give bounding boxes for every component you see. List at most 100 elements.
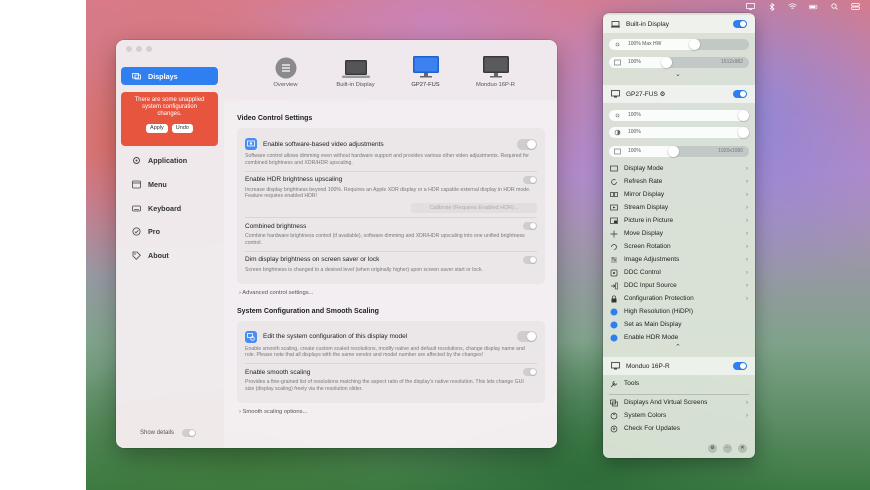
menu-item-high-resolution-hidpi[interactable]: High Resolution (HiDPI) bbox=[603, 305, 755, 318]
builtin-resolution-slider[interactable]: 100% 1512x982 bbox=[609, 57, 749, 68]
collapse-chevron-icon[interactable]: ⌃ bbox=[675, 343, 681, 351]
battery-icon[interactable] bbox=[809, 3, 818, 10]
submenu-arrow-icon: › bbox=[745, 178, 748, 185]
gp27-contrast-slider[interactable]: 100% bbox=[609, 127, 749, 138]
tools-menu-item[interactable]: Tools bbox=[603, 377, 755, 390]
menu-item-label: Display Mode bbox=[624, 165, 664, 172]
settings-gear-icon[interactable]: ⚙ bbox=[708, 443, 717, 453]
gp27-display-toggle[interactable] bbox=[733, 90, 747, 98]
tab-monduo-16p-r[interactable]: Monduo 16P-R bbox=[468, 55, 524, 100]
slider-knob[interactable] bbox=[668, 146, 679, 157]
slider-knob[interactable] bbox=[738, 127, 749, 138]
menu-item-picture-in-picture[interactable]: Picture in Picture › bbox=[603, 214, 755, 227]
submenu-arrow-icon: › bbox=[745, 282, 748, 289]
input-source-icon bbox=[610, 282, 618, 290]
collapse-chevron-icon[interactable]: ⌄ bbox=[675, 70, 681, 78]
updates-icon bbox=[610, 425, 618, 433]
hdr-upscaling-toggle[interactable] bbox=[523, 175, 537, 184]
resolution-value: 1512x982 bbox=[721, 59, 743, 65]
menu-item-display-mode[interactable]: Display Mode › bbox=[603, 162, 755, 175]
monitor-icon bbox=[611, 362, 620, 370]
display-menu-icon[interactable] bbox=[746, 3, 755, 10]
resolution-icon bbox=[614, 59, 621, 66]
sidebar-item-label: Pro bbox=[148, 226, 160, 236]
menu-item-image-adjustments[interactable]: Image Adjustments › bbox=[603, 253, 755, 266]
menu-item-set-as-main-display[interactable]: Set as Main Display bbox=[603, 318, 755, 331]
software-adjust-toggle[interactable] bbox=[517, 138, 537, 150]
adjustments-icon bbox=[610, 256, 618, 264]
dim-on-lock-toggle[interactable] bbox=[523, 255, 537, 264]
tab-gp27-fus[interactable]: GP27-FUS bbox=[398, 55, 454, 100]
menu-item-screen-rotation[interactable]: Screen Rotation › bbox=[603, 240, 755, 253]
sidebar-item-label: Application bbox=[148, 155, 188, 165]
sun-icon bbox=[615, 113, 620, 118]
main-content: Overview Built-in Display GP27-FUS Mondu… bbox=[224, 40, 557, 448]
minimize-window-button[interactable] bbox=[136, 46, 142, 52]
apply-button[interactable]: Apply bbox=[146, 124, 168, 133]
more-options-icon[interactable]: ⋯ bbox=[723, 443, 732, 453]
edit-config-toggle[interactable] bbox=[517, 331, 537, 343]
undo-button[interactable]: Undo bbox=[171, 124, 193, 133]
monduo-display-toggle[interactable] bbox=[733, 362, 747, 370]
slider-knob[interactable] bbox=[661, 57, 672, 68]
display-mode-icon bbox=[610, 165, 618, 173]
gp27-resolution-slider[interactable]: 100% 1920x1080 bbox=[609, 146, 749, 157]
tools-icon bbox=[610, 380, 618, 388]
rotation-icon bbox=[610, 243, 618, 251]
sidebar: Displays There are some unapplied system… bbox=[116, 40, 224, 448]
menu-item-check-for-updates[interactable]: Check For Updates bbox=[603, 422, 755, 435]
close-window-button[interactable] bbox=[126, 46, 132, 52]
settings-scroll-area[interactable]: Video Control Settings Enable software-b… bbox=[224, 103, 557, 448]
resolution-value: 1920x1080 bbox=[718, 148, 743, 154]
submenu-arrow-icon: › bbox=[745, 412, 748, 419]
monduo-display-header: Monduo 16P-R bbox=[603, 357, 755, 375]
colors-icon bbox=[610, 412, 618, 420]
move-icon bbox=[610, 230, 618, 238]
combined-brightness-toggle[interactable] bbox=[523, 222, 537, 231]
smooth-scaling-options-label: Smooth scaling options... bbox=[242, 408, 308, 415]
tab-built-in-display[interactable]: Built-in Display bbox=[328, 55, 384, 100]
sidebar-item-pro[interactable]: Pro bbox=[121, 222, 218, 240]
builtin-brightness-slider[interactable]: 100% Max HW bbox=[609, 39, 749, 50]
smooth-scaling-toggle[interactable] bbox=[523, 368, 537, 377]
tab-overview[interactable]: Overview bbox=[258, 55, 314, 100]
menu-bar bbox=[86, 0, 870, 13]
builtin-display-toggle[interactable] bbox=[733, 20, 747, 28]
show-details-toggle[interactable] bbox=[182, 429, 197, 437]
menu-item-system-colors[interactable]: System Colors › bbox=[603, 409, 755, 422]
slider-knob[interactable] bbox=[689, 39, 700, 50]
control-center-icon[interactable] bbox=[851, 3, 860, 10]
gp27-brightness-slider[interactable]: 100% bbox=[609, 110, 749, 121]
menu-item-label: Configuration Protection bbox=[624, 295, 694, 302]
menu-item-displays-and-virtual-screens[interactable]: Displays And Virtual Screens › bbox=[603, 396, 755, 409]
menu-item-stream-display[interactable]: Stream Display › bbox=[603, 201, 755, 214]
quit-close-icon[interactable]: ✕ bbox=[738, 443, 747, 453]
sidebar-item-application[interactable]: Application bbox=[121, 151, 218, 169]
submenu-arrow-icon: › bbox=[745, 295, 748, 302]
sidebar-item-menu[interactable]: Menu bbox=[121, 175, 218, 193]
builtin-display-header: Built-in Display bbox=[603, 15, 755, 33]
menu-item-ddc-input-source[interactable]: DDC Input Source › bbox=[603, 279, 755, 292]
submenu-arrow-icon: › bbox=[745, 269, 748, 276]
submenu-arrow-icon: › bbox=[745, 165, 748, 172]
sidebar-item-displays[interactable]: Displays bbox=[121, 67, 218, 85]
menu-item-move-display[interactable]: Move Display › bbox=[603, 227, 755, 240]
slider-knob[interactable] bbox=[738, 110, 749, 121]
sidebar-item-keyboard[interactable]: Keyboard bbox=[121, 199, 218, 217]
search-icon[interactable] bbox=[830, 3, 839, 10]
stream-icon bbox=[610, 204, 618, 212]
video-adjust-icon bbox=[245, 138, 257, 150]
menu-item-refresh-rate[interactable]: Refresh Rate › bbox=[603, 175, 755, 188]
menu-item-mirror-display[interactable]: Mirror Display › bbox=[603, 188, 755, 201]
slider-label: 100% bbox=[628, 129, 641, 135]
menu-item-label: Displays And Virtual Screens bbox=[624, 399, 708, 406]
calibrate-button[interactable]: Calibrate (Requires Enabled HDR)... bbox=[411, 203, 537, 214]
menu-item-configuration-protection[interactable]: Configuration Protection › bbox=[603, 292, 755, 305]
wifi-icon[interactable] bbox=[788, 3, 797, 10]
sidebar-item-about[interactable]: About bbox=[121, 246, 218, 264]
menu-item-ddc-control[interactable]: DDC Control › bbox=[603, 266, 755, 279]
advanced-control-disclosure[interactable]: › Advanced control settings... bbox=[239, 290, 545, 296]
smooth-scaling-disclosure[interactable]: › Smooth scaling options... bbox=[239, 409, 545, 415]
zoom-window-button[interactable] bbox=[146, 46, 152, 52]
bluetooth-icon[interactable] bbox=[767, 2, 776, 11]
